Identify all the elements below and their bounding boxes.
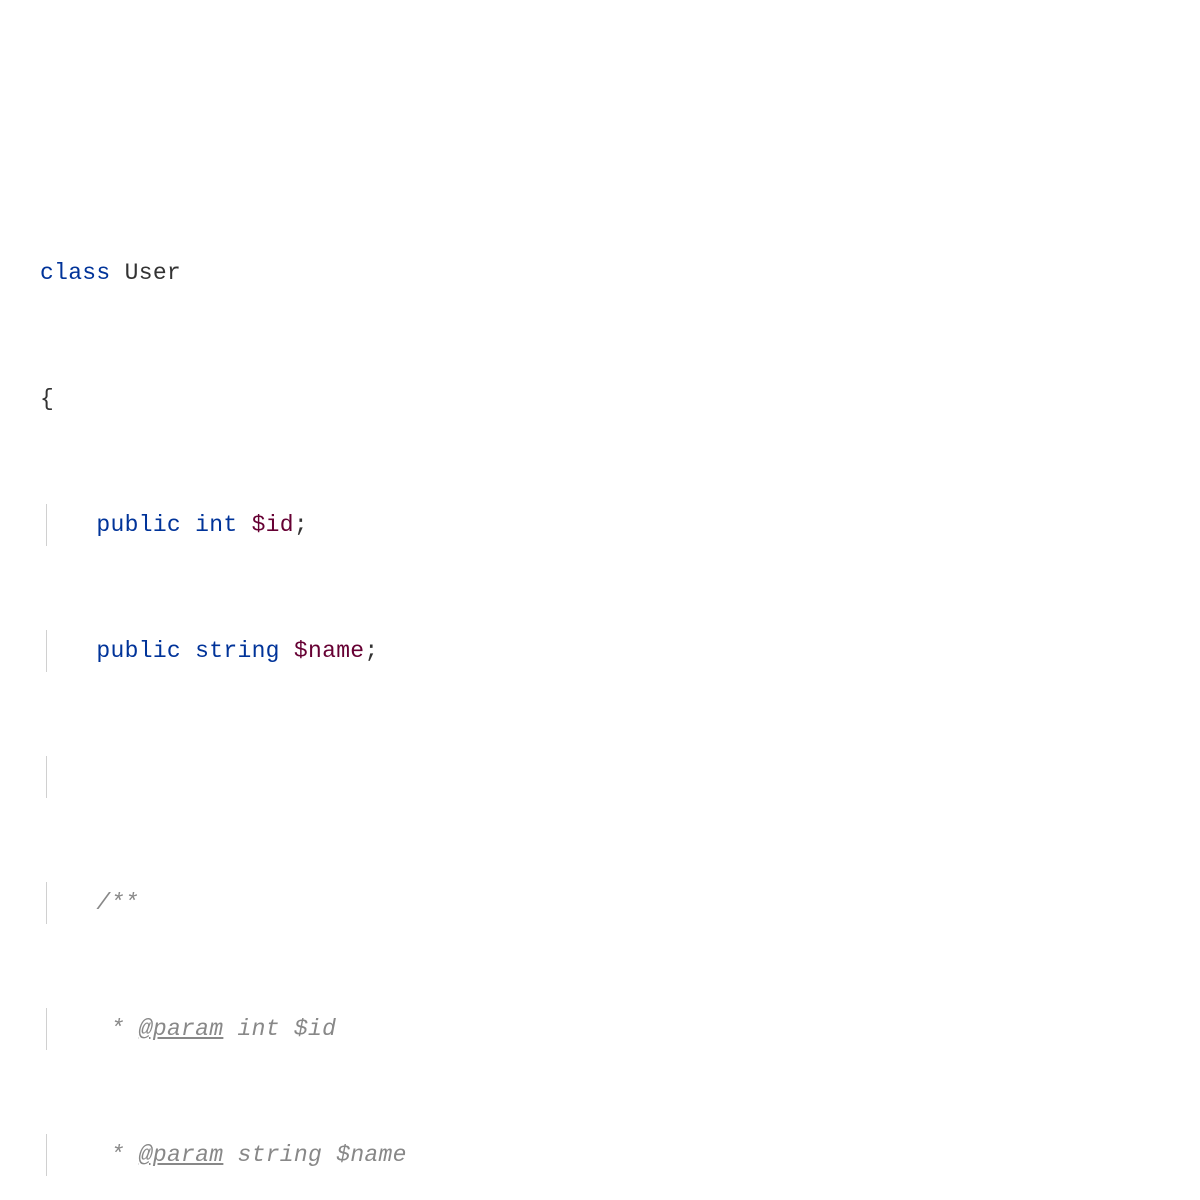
semicolon: ; bbox=[294, 512, 308, 538]
docblock-open: /** bbox=[96, 890, 138, 916]
docblock-type: string bbox=[237, 1142, 322, 1168]
docblock-star: * bbox=[96, 1016, 124, 1042]
variable: $name bbox=[294, 638, 365, 664]
code-line[interactable]: { bbox=[0, 378, 1200, 420]
docblock-var: $name bbox=[336, 1142, 407, 1168]
keyword-public: public bbox=[96, 512, 181, 538]
semicolon: ; bbox=[364, 638, 378, 664]
type-int: int bbox=[195, 512, 237, 538]
variable: $id bbox=[252, 512, 294, 538]
docblock-var: $id bbox=[294, 1016, 336, 1042]
brace-open: { bbox=[40, 386, 54, 412]
param-tag: @param bbox=[139, 1016, 224, 1042]
type-string: string bbox=[195, 638, 280, 664]
param-tag: @param bbox=[139, 1142, 224, 1168]
docblock-type: int bbox=[237, 1016, 279, 1042]
code-line[interactable]: public int $id; bbox=[0, 504, 1200, 546]
code-line[interactable] bbox=[0, 756, 1200, 798]
code-line[interactable]: * @param int $id bbox=[0, 1008, 1200, 1050]
class-name: User bbox=[125, 260, 181, 286]
code-line[interactable]: /** bbox=[0, 882, 1200, 924]
docblock-star: * bbox=[96, 1142, 124, 1168]
code-line[interactable]: public string $name; bbox=[0, 630, 1200, 672]
keyword-class: class bbox=[40, 260, 111, 286]
code-line[interactable]: * @param string $name bbox=[0, 1134, 1200, 1176]
code-editor[interactable]: class User { public int $id; public stri… bbox=[0, 168, 1200, 1200]
code-line[interactable]: class User bbox=[0, 252, 1200, 294]
keyword-public: public bbox=[96, 638, 181, 664]
